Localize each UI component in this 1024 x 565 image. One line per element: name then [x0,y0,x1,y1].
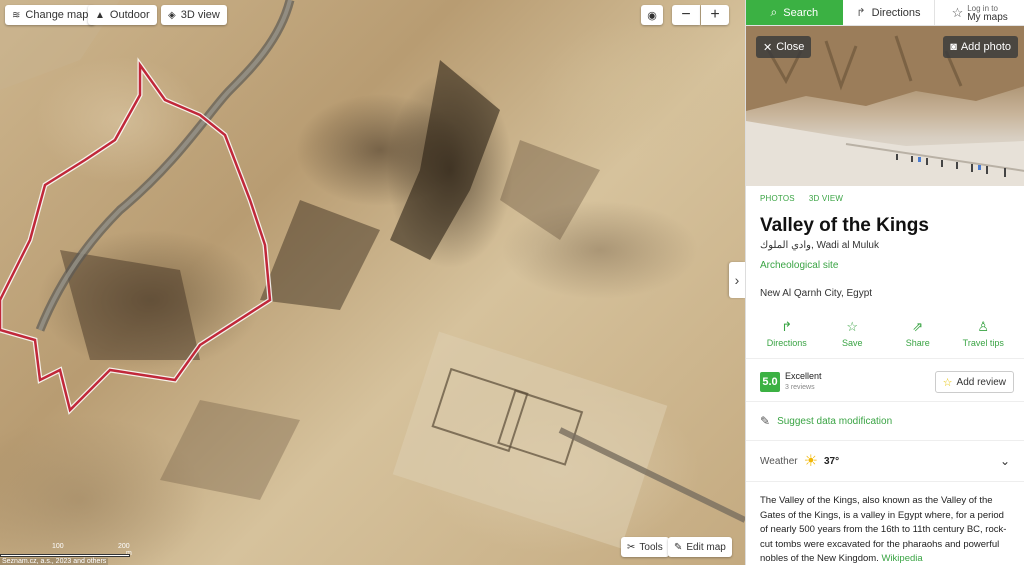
3d-view-button[interactable]: ◈ 3D view [161,5,227,25]
rating-score-badge: 5.0 [760,372,780,392]
zoom-in-button[interactable]: + [701,5,729,25]
cube-icon: ◈ [168,9,176,21]
save-action-button[interactable]: ☆ Save [822,319,882,348]
place-alt-name: وادي الملوك, Wadi al Muluk [760,240,879,251]
travel-tips-action-button[interactable]: ♙ Travel tips [953,319,1013,348]
map-scale: 100 200 m [0,543,140,557]
add-review-button[interactable]: ☆ Add review [934,371,1014,393]
rating-label: Excellent [785,371,822,381]
weather-row[interactable]: Weather ☀ 37° ⌄ [746,441,1024,482]
media-links: PHOTOS 3D VIEW [746,186,1024,203]
tab-search[interactable]: ⌕ Search [746,0,843,25]
share-action-button[interactable]: ⇗ Share [888,319,948,348]
change-map-button[interactable]: ≋ Change map [5,5,96,25]
tab-directions[interactable]: ↱ Directions [843,0,936,25]
action-bar: ↱ Directions ☆ Save ⇗ Share ♙ Travel tip… [746,299,1024,359]
outdoor-button[interactable]: ▲ Outdoor [88,5,157,25]
place-panel: ⌕ Search ↱ Directions ☆ Log in to My map… [745,0,1024,565]
close-button[interactable]: ✕ Close [756,36,812,58]
map-view[interactable]: ≋ Change map ▲ Outdoor ◈ 3D view ◉ − + 1… [0,0,745,565]
edit-map-button[interactable]: ✎ Edit map [668,537,732,557]
satellite-terrain [0,0,745,549]
person-icon: ♙ [977,319,990,334]
place-photo[interactable]: ✕ Close ◙ Add photo [746,26,1024,186]
collapse-panel-button[interactable]: › [729,262,745,298]
3d-view-link[interactable]: 3D VIEW [809,194,843,203]
rating-section: 5.0 Excellent 3 reviews ☆ Add review [746,359,1024,402]
panel-tabs: ⌕ Search ↱ Directions ☆ Log in to My map… [746,0,1024,26]
photos-link[interactable]: PHOTOS [760,194,795,203]
share-icon: ⇗ [912,319,924,334]
minus-icon: − [681,6,691,23]
directions-action-button[interactable]: ↱ Directions [757,319,817,348]
sun-icon: ☀ [803,453,818,470]
chevron-right-icon: › [734,272,740,288]
directions-icon: ↱ [856,7,866,19]
star-outline-icon: ☆ [951,4,964,20]
search-icon: ⌕ [770,5,778,19]
layers-icon: ≋ [12,9,21,21]
star-outline-icon: ☆ [942,376,953,389]
place-address: New Al Qarnh City, Egypt [760,288,873,299]
scale-bar [0,554,130,557]
mountain-icon: ▲ [95,9,105,21]
weather-temperature: 37° [823,455,840,467]
locate-button[interactable]: ◉ [641,5,663,25]
wikipedia-link[interactable]: Wikipedia [881,553,922,564]
place-title: Valley of the Kings [760,215,929,236]
star-icon: ☆ [846,319,859,334]
place-description: The Valley of the Kings, also known as t… [760,495,1007,564]
place-category-link[interactable]: Archeological site [746,251,1024,271]
tools-button[interactable]: ✂ Tools [621,537,669,557]
add-photo-button[interactable]: ◙ Add photo [943,36,1018,58]
chevron-down-icon: ⌄ [999,454,1010,468]
edit-tag-icon: ✎ [760,414,771,428]
map-attribution: Seznam.cz, a.s., 2023 and others [0,558,109,565]
review-count[interactable]: 3 reviews [785,382,822,393]
pencil-icon: ✎ [674,541,683,553]
camera-icon: ◙ [950,41,957,53]
close-icon: ✕ [763,41,773,54]
tab-my-maps[interactable]: ☆ Log in to My maps [935,0,1024,25]
zoom-out-button[interactable]: − [672,5,700,25]
directions-icon: ↱ [781,319,793,334]
locate-icon: ◉ [647,9,657,22]
plus-icon: + [710,6,720,23]
tools-icon: ✂ [627,541,636,553]
suggest-modification-link[interactable]: ✎ Suggest data modification [746,402,1024,441]
